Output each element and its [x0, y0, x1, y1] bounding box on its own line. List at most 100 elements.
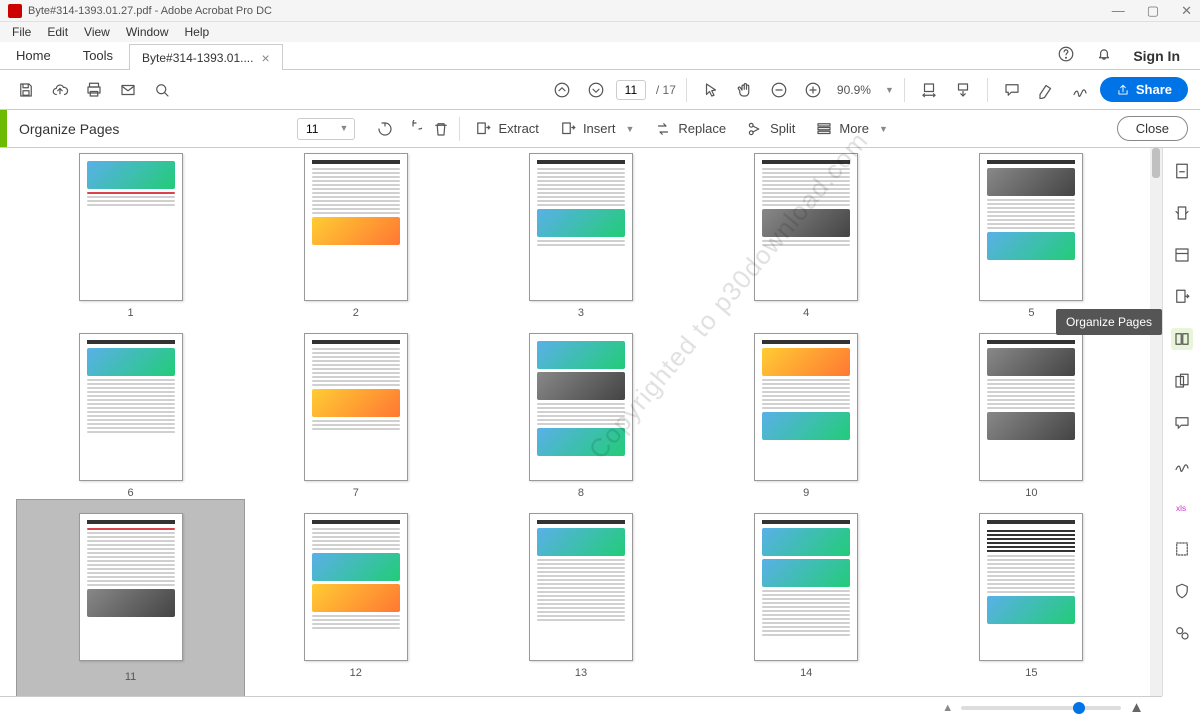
thumbnail-image — [529, 513, 633, 661]
rotate-right-icon[interactable] — [399, 115, 427, 143]
email-icon[interactable] — [114, 76, 142, 104]
menu-help[interactable]: Help — [177, 25, 218, 39]
main-toolbar: / 17 90.9% ▼ Share — [0, 70, 1200, 110]
page-select-dropdown[interactable]: 11 ▼ — [297, 118, 355, 140]
more-button[interactable]: More ▼ — [805, 120, 898, 138]
thumbnail-image — [79, 513, 183, 661]
window-controls: — ▢ ✕ — [1112, 3, 1192, 19]
insert-label: Insert — [583, 121, 616, 136]
maximize-button[interactable]: ▢ — [1147, 3, 1159, 19]
protect-icon[interactable] — [1171, 580, 1193, 602]
cloud-upload-icon[interactable] — [46, 76, 74, 104]
organize-title: Organize Pages — [7, 121, 297, 137]
zoom-out-icon[interactable] — [765, 76, 793, 104]
page-thumbnail[interactable]: 3 — [480, 153, 681, 319]
zoom-dropdown[interactable]: ▼ — [885, 85, 894, 95]
thumbnail-image — [79, 153, 183, 301]
replace-button[interactable]: Replace — [644, 120, 736, 138]
minimize-button[interactable]: — — [1112, 3, 1125, 19]
page-up-icon[interactable] — [548, 76, 576, 104]
right-tool-rail: xls — [1162, 148, 1200, 696]
page-thumbnail[interactable]: 11 — [30, 513, 231, 683]
export-icon[interactable] — [1171, 286, 1193, 308]
tab-tools[interactable]: Tools — [67, 42, 129, 69]
page-thumbnail[interactable]: 2 — [255, 153, 456, 319]
page-thumbnail[interactable]: 13 — [480, 513, 681, 683]
thumbnail-image — [979, 153, 1083, 301]
comment-icon[interactable] — [998, 76, 1026, 104]
thumbnail-number: 5 — [1028, 307, 1034, 319]
create-pdf-icon[interactable] — [1171, 202, 1193, 224]
delete-icon[interactable] — [427, 115, 455, 143]
bottom-bar: ▲ ▲ — [0, 696, 1162, 718]
title-bar: Byte#314-1393.01.27.pdf - Adobe Acrobat … — [0, 0, 1200, 22]
thumbnail-number: 3 — [578, 307, 584, 319]
page-thumbnail[interactable]: 12 — [255, 513, 456, 683]
organize-pages-icon[interactable] — [1171, 328, 1193, 350]
rotate-left-icon[interactable] — [371, 115, 399, 143]
zoom-in-icon[interactable] — [799, 76, 827, 104]
page-thumbnail[interactable]: 4 — [706, 153, 907, 319]
comment-tool-icon[interactable] — [1171, 412, 1193, 434]
organize-bar: Organize Pages 11 ▼ Extract Insert ▼ Rep… — [0, 110, 1200, 148]
organize-pages-tooltip: Organize Pages — [1056, 309, 1162, 335]
page-thumbnail[interactable]: 1 — [30, 153, 231, 319]
page-thumbnail[interactable]: 14 — [706, 513, 907, 683]
menu-edit[interactable]: Edit — [39, 25, 76, 39]
menu-window[interactable]: Window — [118, 25, 177, 39]
page-thumbnail[interactable]: 5 — [931, 153, 1132, 319]
search-icon[interactable] — [148, 76, 176, 104]
thumbnail-image — [754, 153, 858, 301]
export-pdf-icon[interactable] — [1171, 160, 1193, 182]
more-tools-icon[interactable] — [1171, 622, 1193, 644]
menu-file[interactable]: File — [4, 25, 39, 39]
document-tab-label: Byte#314-1393.01.... — [142, 51, 253, 65]
notifications-icon[interactable] — [1095, 45, 1113, 66]
thumbnail-large-icon[interactable]: ▲ — [1129, 699, 1144, 716]
vertical-scrollbar[interactable] — [1150, 148, 1162, 696]
combine-icon[interactable] — [1171, 370, 1193, 392]
thumbnail-number: 12 — [350, 667, 362, 679]
fit-page-icon[interactable] — [949, 76, 977, 104]
page-down-icon[interactable] — [582, 76, 610, 104]
fill-sign-icon[interactable] — [1171, 454, 1193, 476]
sign-icon[interactable] — [1066, 76, 1094, 104]
split-button[interactable]: Split — [736, 120, 805, 138]
hand-tool-icon[interactable] — [731, 76, 759, 104]
help-icon[interactable] — [1057, 45, 1075, 66]
tab-home[interactable]: Home — [0, 42, 67, 69]
page-total: / 17 — [656, 83, 676, 97]
extract-button[interactable]: Extract — [464, 120, 548, 138]
edit-pdf-icon[interactable] — [1171, 244, 1193, 266]
share-button[interactable]: Share — [1100, 77, 1188, 102]
page-thumbnail[interactable]: 9 — [706, 333, 907, 499]
close-window-button[interactable]: ✕ — [1181, 3, 1192, 19]
document-tab-close[interactable]: × — [261, 50, 269, 66]
thumbnail-image — [304, 513, 408, 661]
highlight-icon[interactable] — [1032, 76, 1060, 104]
insert-button[interactable]: Insert ▼ — [549, 120, 644, 138]
page-thumbnail[interactable]: 15 — [931, 513, 1132, 683]
thumbnail-image — [79, 333, 183, 481]
document-tab[interactable]: Byte#314-1393.01.... × — [129, 44, 283, 70]
thumbnail-image — [979, 513, 1083, 661]
save-icon[interactable] — [12, 76, 40, 104]
menu-view[interactable]: View — [76, 25, 118, 39]
page-thumbnail[interactable]: 7 — [255, 333, 456, 499]
page-thumbnail[interactable]: 6 — [30, 333, 231, 499]
redact-icon[interactable]: xls — [1171, 496, 1193, 518]
print-icon[interactable] — [80, 76, 108, 104]
page-number-input[interactable] — [616, 80, 646, 100]
sign-in-button[interactable]: Sign In — [1133, 48, 1180, 64]
thumbnail-number: 7 — [353, 487, 359, 499]
organize-accent — [0, 110, 7, 147]
page-thumbnail[interactable]: 8 — [480, 333, 681, 499]
thumbnail-small-icon[interactable]: ▲ — [942, 702, 953, 714]
page-thumbnail[interactable]: 10 — [931, 333, 1132, 499]
fit-width-icon[interactable] — [915, 76, 943, 104]
close-panel-button[interactable]: Close — [1117, 116, 1188, 141]
thumbnail-size-slider[interactable] — [961, 706, 1121, 710]
optimize-icon[interactable] — [1171, 538, 1193, 560]
select-tool-icon[interactable] — [697, 76, 725, 104]
thumbnail-number: 9 — [803, 487, 809, 499]
